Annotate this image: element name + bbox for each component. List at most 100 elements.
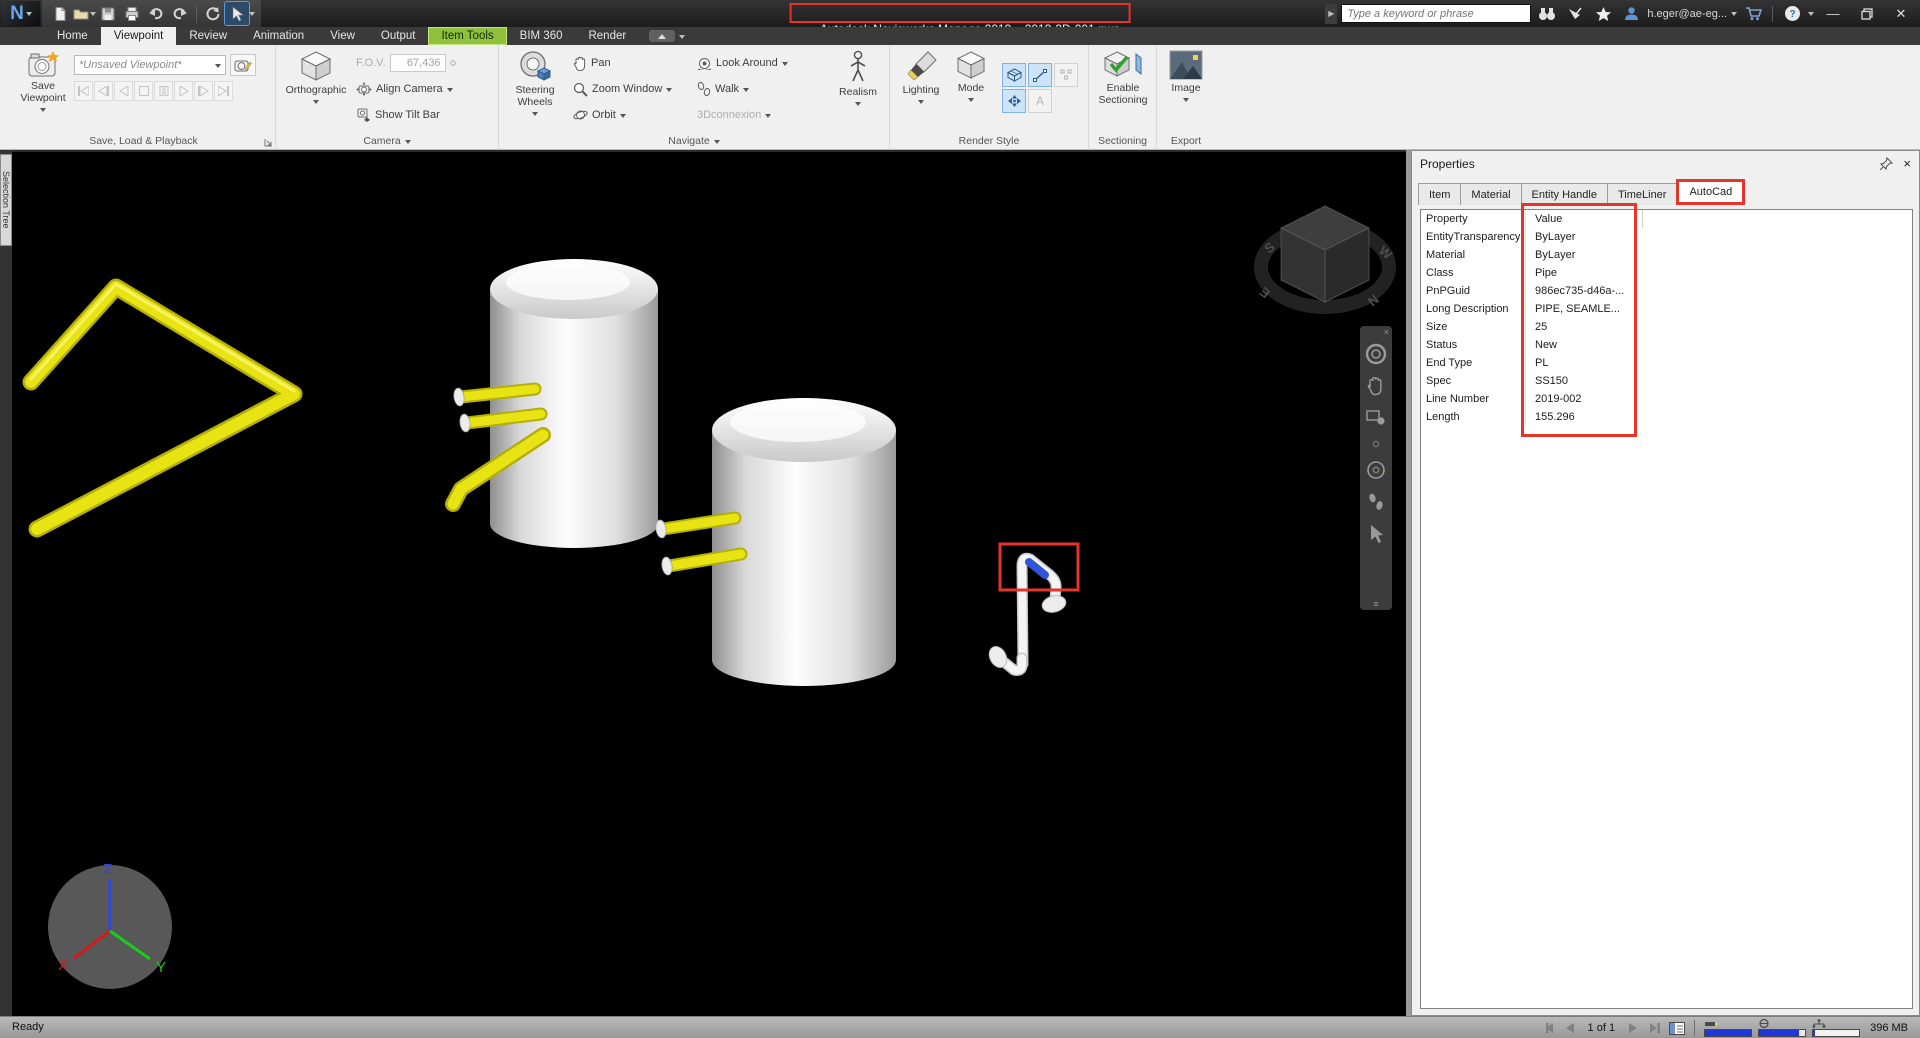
steering-wheels-button[interactable]: Steering Wheels [505, 47, 565, 130]
navbar-orbit-button[interactable] [1363, 435, 1389, 453]
last-sheet-button[interactable] [1647, 1020, 1663, 1036]
close-button[interactable]: ✕ [1886, 2, 1916, 26]
communication-center-button[interactable] [1563, 3, 1587, 25]
tab-viewpoint[interactable]: Viewpoint [101, 27, 177, 45]
orthographic-button[interactable]: Orthographic [284, 47, 348, 130]
navbar-close-icon[interactable]: × [1384, 328, 1389, 337]
tank-cylinder-2[interactable] [712, 398, 896, 686]
viewport-3d[interactable]: S W E N Z X Y [12, 152, 1406, 1016]
selected-white-pipe[interactable] [986, 558, 1068, 670]
tab-review[interactable]: Review [176, 27, 240, 45]
navbar-pan-button[interactable] [1363, 371, 1389, 401]
dialog-launcher-icon[interactable] [264, 138, 273, 147]
align-camera-button[interactable]: Align Camera [356, 78, 453, 100]
navbar-look-around-button[interactable] [1363, 455, 1389, 485]
play-button[interactable] [174, 81, 193, 101]
table-row[interactable]: Length155.296 [1421, 408, 1912, 426]
refresh-button[interactable] [201, 2, 225, 25]
walk-button[interactable]: Walk [697, 78, 749, 100]
table-row[interactable]: StatusNew [1421, 336, 1912, 354]
navbar-steering-wheel-button[interactable] [1363, 339, 1389, 369]
help-button[interactable]: ? [1780, 3, 1804, 25]
selection-tree-tab[interactable]: Selection Tree [0, 154, 12, 246]
search-button[interactable] [1535, 3, 1559, 25]
enable-sectioning-button[interactable]: Enable Sectioning [1091, 47, 1155, 130]
tab-render[interactable]: Render [575, 27, 639, 45]
full-render-toggle-button[interactable] [1002, 89, 1026, 113]
skip-to-end-button[interactable] [214, 81, 233, 101]
skip-to-start-button[interactable] [74, 81, 93, 101]
table-row[interactable]: Line Number2019-002 [1421, 390, 1912, 408]
ribbon-collapse-button[interactable] [649, 30, 675, 42]
search-expand-button[interactable]: ▶ [1325, 4, 1337, 24]
table-row[interactable]: ClassPipe [1421, 264, 1912, 282]
tab-output[interactable]: Output [368, 27, 429, 45]
export-image-button[interactable]: Image [1161, 47, 1211, 130]
lighting-button[interactable]: Lighting [896, 47, 946, 130]
first-sheet-button[interactable] [1540, 1020, 1556, 1036]
props-tab-entity-handle[interactable]: Entity Handle [1521, 183, 1608, 205]
mode-button[interactable]: Mode [948, 47, 994, 130]
restore-button[interactable] [1852, 2, 1882, 26]
table-row[interactable]: Long DescriptionPIPE, SEAMLE... [1421, 300, 1912, 318]
look-around-button[interactable]: Look Around [697, 52, 788, 74]
tank-cylinder-1[interactable] [490, 259, 658, 548]
save-button[interactable] [96, 2, 120, 25]
tab-bim360[interactable]: BIM 360 [507, 27, 576, 45]
sign-in-button[interactable] [1619, 3, 1643, 25]
tab-view[interactable]: View [317, 27, 368, 45]
open-file-button[interactable] [72, 2, 96, 25]
show-tilt-bar-button[interactable]: Show Tilt Bar [356, 104, 440, 126]
property-column-header[interactable]: Property [1421, 213, 1525, 225]
signed-in-user[interactable]: h.eger@ae-eg... [1647, 8, 1727, 20]
new-file-button[interactable] [48, 2, 72, 25]
navbar-zoom-button[interactable] [1363, 403, 1389, 433]
orbit-button[interactable]: Orbit [573, 104, 626, 126]
table-row[interactable]: Size25 [1421, 318, 1912, 336]
props-tab-timeliner[interactable]: TimeLiner [1607, 183, 1678, 205]
properties-titlebar[interactable]: Properties × [1412, 151, 1919, 177]
step-back-button[interactable] [94, 81, 113, 101]
fov-field[interactable]: 67,436 [390, 54, 446, 72]
table-row[interactable]: End TypePL [1421, 354, 1912, 372]
pause-button[interactable] [154, 81, 173, 101]
pan-button[interactable]: Pan [573, 52, 611, 74]
play-backward-button[interactable] [114, 81, 133, 101]
minimize-button[interactable]: — [1818, 2, 1848, 26]
previous-sheet-button[interactable] [1562, 1020, 1578, 1036]
props-tab-autocad[interactable]: AutoCad [1676, 179, 1745, 205]
3dconnexion-button[interactable]: 3Dconnexion [697, 104, 771, 126]
navbar-more-icon[interactable]: ≡ [1373, 599, 1378, 609]
redo-button[interactable] [168, 2, 192, 25]
favorites-button[interactable] [1591, 3, 1615, 25]
props-tab-item[interactable]: Item [1418, 183, 1461, 205]
lines-toggle-button[interactable] [1028, 63, 1052, 87]
save-viewpoint-button[interactable]: Save Viewpoint [14, 47, 72, 130]
toolbar-overflow-icon[interactable] [249, 12, 255, 19]
next-sheet-button[interactable] [1625, 1020, 1641, 1036]
sheet-browser-button[interactable] [1669, 1020, 1685, 1036]
realism-button[interactable]: Realism [831, 47, 885, 130]
search-input[interactable] [1341, 4, 1531, 23]
zoom-window-button[interactable]: Zoom Window [573, 78, 672, 100]
points-toggle-button[interactable] [1054, 63, 1078, 87]
pin-icon[interactable] [1879, 157, 1893, 171]
select-tool-button[interactable] [225, 2, 249, 25]
edit-viewpoint-button[interactable] [230, 54, 256, 76]
navbar-select-button[interactable] [1363, 519, 1389, 549]
text-toggle-button[interactable]: A [1028, 89, 1052, 113]
chevron-down-icon[interactable] [1808, 12, 1814, 19]
chevron-down-icon[interactable] [679, 35, 685, 42]
table-row[interactable]: EntityTransparencyByLayer [1421, 228, 1912, 246]
viewpoint-combobox[interactable]: *Unsaved Viewpoint* [74, 55, 226, 75]
yellow-pipe-run[interactable] [31, 284, 294, 529]
table-row[interactable]: PnPGuid986ec735-d46a-... [1421, 282, 1912, 300]
undo-button[interactable] [144, 2, 168, 25]
table-row[interactable]: SpecSS150 [1421, 372, 1912, 390]
step-forward-button[interactable] [194, 81, 213, 101]
properties-close-icon[interactable]: × [1903, 158, 1911, 170]
props-tab-material[interactable]: Material [1460, 183, 1521, 205]
print-button[interactable] [120, 2, 144, 25]
chevron-down-icon[interactable] [1731, 12, 1737, 19]
stop-button[interactable] [134, 81, 153, 101]
